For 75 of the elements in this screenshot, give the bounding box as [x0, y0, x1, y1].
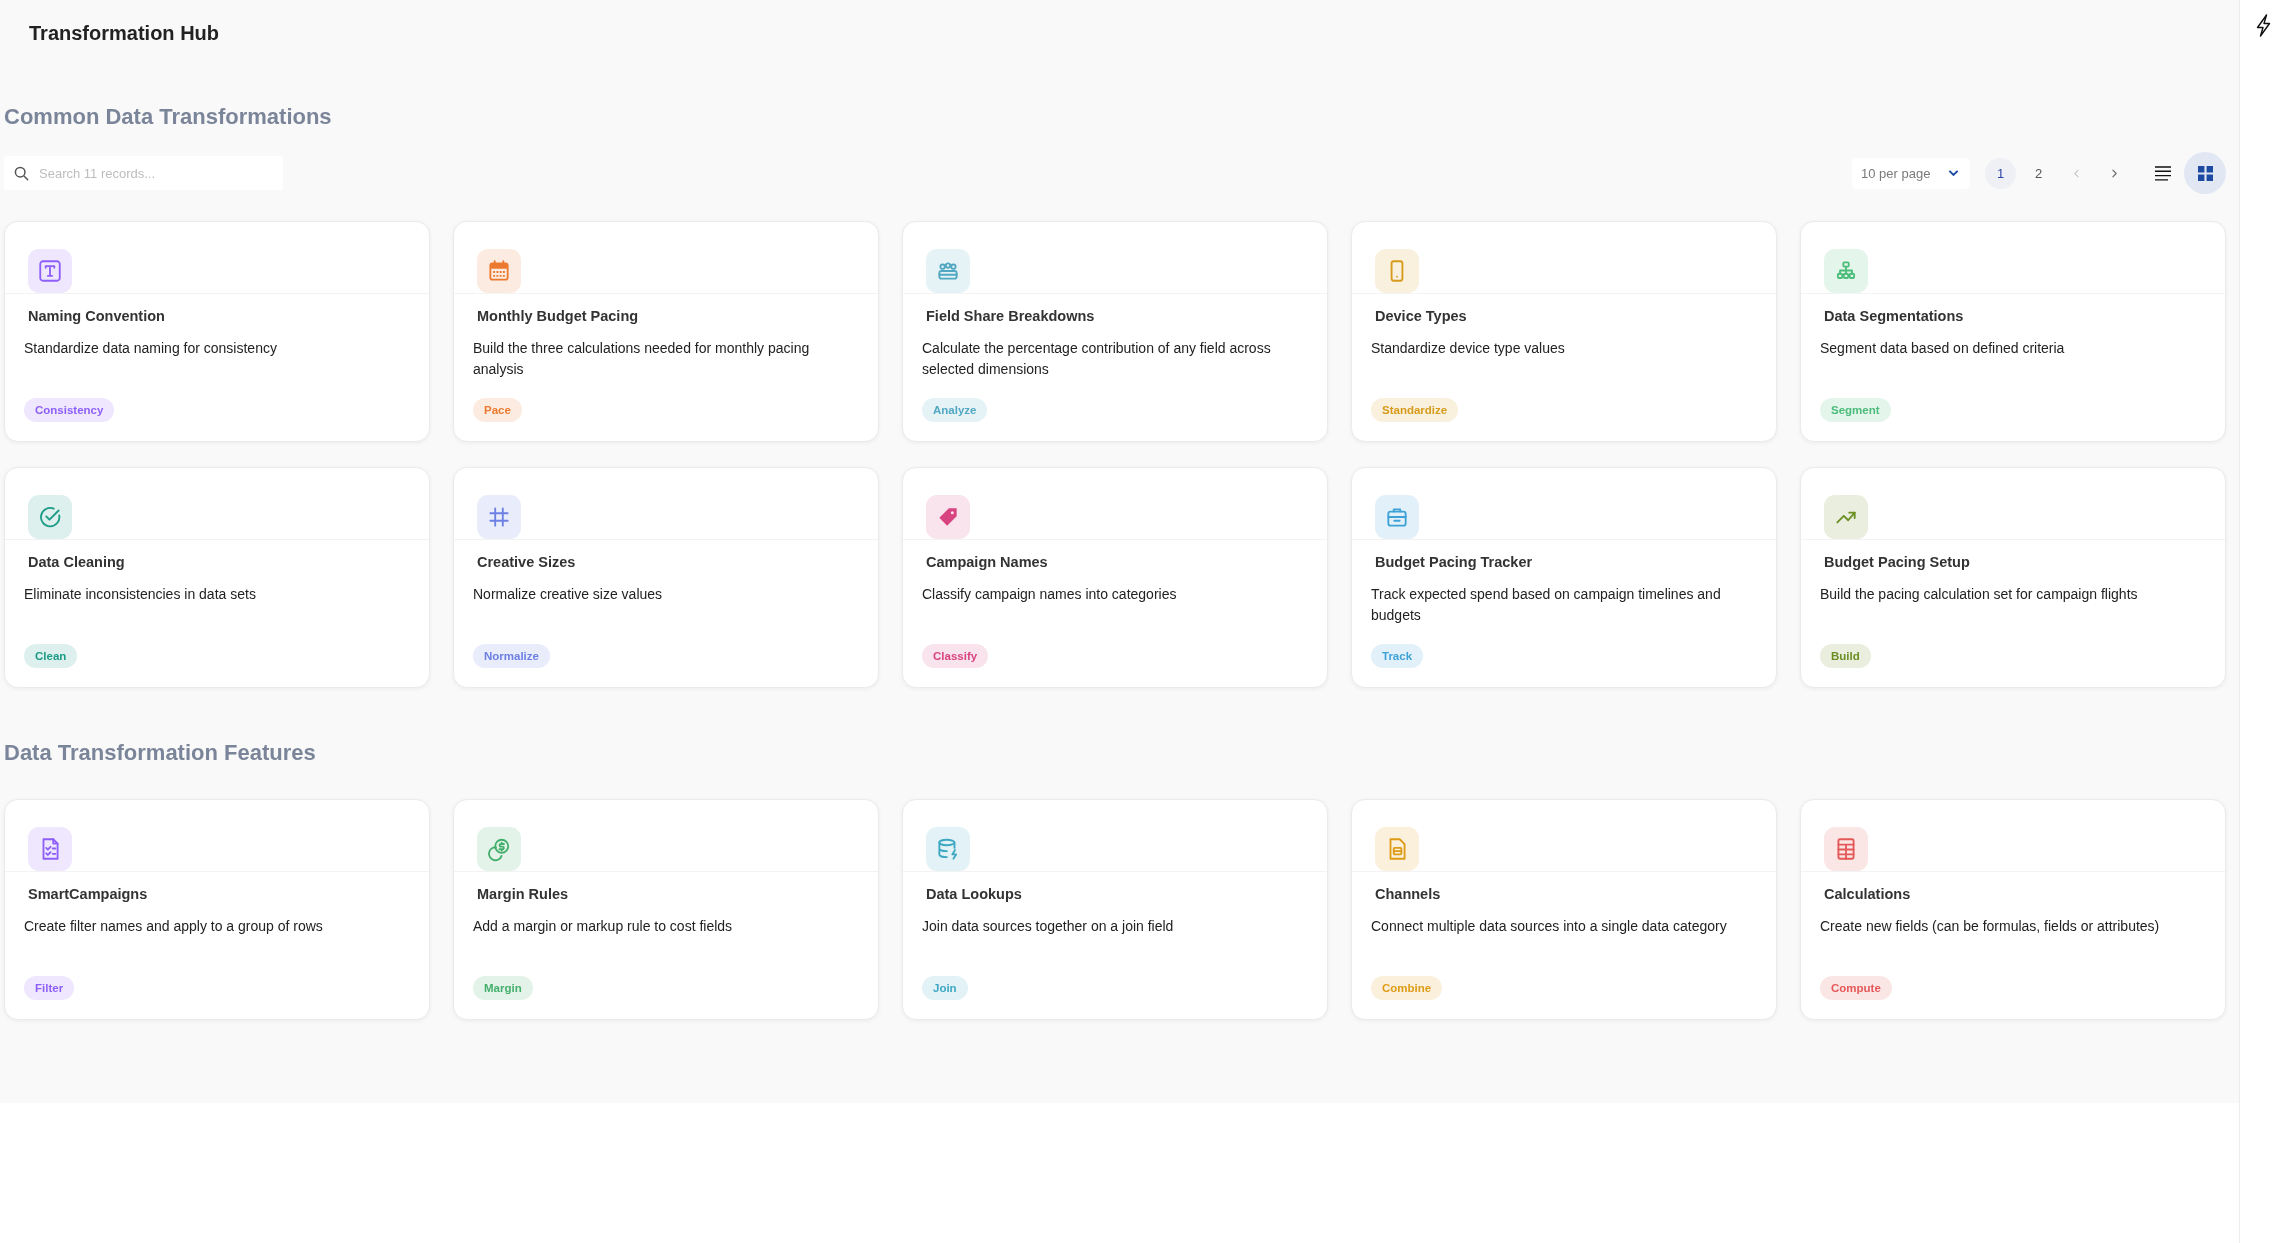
- card-title: Budget Pacing Setup: [1823, 553, 1970, 571]
- card-title: Field Share Breakdowns: [925, 307, 1095, 325]
- card-title: Channels: [1374, 885, 1441, 903]
- category-tag: Track: [1371, 644, 1424, 668]
- category-tag: Clean: [24, 644, 78, 668]
- chevron-down-icon: [1948, 169, 1959, 177]
- category-tag: Standardize: [1371, 398, 1459, 422]
- per-page-dropdown[interactable]: 10 per page: [1852, 157, 1970, 189]
- category-tag: Join: [922, 976, 968, 1000]
- card-description: Create filter names and apply to a group of rows: [24, 917, 323, 936]
- page-button[interactable]: 2: [2023, 157, 2054, 189]
- transformation-card[interactable]: Creative Sizes Normalize creative size values Normalize: [453, 467, 879, 688]
- category-tag: Margin: [473, 976, 533, 1000]
- section-title: Common Data Transformations: [4, 103, 333, 131]
- category-tag: Segment: [1820, 398, 1891, 422]
- card-title: Data Lookups: [925, 885, 1022, 903]
- category-tag: Combine: [1371, 976, 1443, 1000]
- list-view-icon: [2155, 165, 2171, 181]
- card-title: Naming Convention: [27, 307, 165, 325]
- card-description: Classify campaign names into categories: [922, 585, 1177, 604]
- card-description: Add a margin or markup rule to cost fields: [473, 917, 733, 936]
- chevron-right-icon: [2112, 168, 2117, 178]
- card-title: Creative Sizes: [476, 553, 576, 571]
- transformation-card[interactable]: Monthly Budget Pacing Build the three calculations needed for monthly pacing analysis Pace: [453, 221, 879, 442]
- transformation-card[interactable]: Channels Connect multiple data sources into a single data category Combine: [1351, 799, 1777, 1020]
- transformation-card[interactable]: Margin Rules Add a margin or markup rule to cost fields Margin: [453, 799, 879, 1020]
- transformation-card[interactable]: Data Cleaning Eliminate inconsistencies in data sets Clean: [4, 467, 430, 688]
- search-field[interactable]: Search 11 records...: [4, 156, 283, 190]
- card-description: Create new fields (can be formulas, fields or attributes): [1820, 917, 2160, 936]
- card-description: Standardize device type values: [1371, 339, 1565, 358]
- card-description: Connect multiple data sources into a single data category: [1371, 917, 1727, 936]
- card-title: SmartCampaigns: [27, 885, 148, 903]
- card-description: Build the three calculations needed for monthly pacing analysis: [473, 339, 811, 379]
- transformation-card[interactable]: Data Segmentations Segment data based on defined criteria Segment: [1800, 221, 2226, 442]
- card-description: Segment data based on defined criteria: [1820, 339, 2065, 358]
- card-description: Calculate the percentage contribution of any field across selected dimensions: [922, 339, 1272, 379]
- category-tag: Build: [1820, 644, 1871, 668]
- card-description: Normalize creative size values: [473, 585, 663, 604]
- grid-view-button[interactable]: [2184, 152, 2226, 194]
- section-title: Data Transformation Features: [4, 739, 317, 767]
- card-title: Device Types: [1374, 307, 1467, 325]
- search-icon: [14, 166, 29, 181]
- card-description: Build the pacing calculation set for campaign flights: [1820, 585, 2138, 604]
- transformation-card[interactable]: SmartCampaigns Create filter names and apply to a group of rows Filter: [4, 799, 430, 1020]
- card-description: Eliminate inconsistencies in data sets: [24, 585, 256, 604]
- category-tag: Consistency: [24, 398, 115, 422]
- category-tag: Compute: [1820, 976, 1892, 1000]
- page-title: Transformation Hub: [29, 21, 220, 46]
- transformation-card[interactable]: Budget Pacing Tracker Track expected spend based on campaign timelines and budgets Track: [1351, 467, 1777, 688]
- card-description: Track expected spend based on campaign timelines and budgets: [1371, 585, 1722, 625]
- card-title: Campaign Names: [925, 553, 1048, 571]
- card-title: Budget Pacing Tracker: [1374, 553, 1533, 571]
- category-tag: Filter: [24, 976, 75, 1000]
- category-tag: Analyze: [922, 398, 988, 422]
- category-tag: Classify: [922, 644, 989, 668]
- lightning-icon[interactable]: [2256, 14, 2271, 37]
- category-tag: Pace: [473, 398, 522, 422]
- category-tag: Normalize: [473, 644, 550, 668]
- transformation-card[interactable]: Device Types Standardize device type values Standardize: [1351, 221, 1777, 442]
- chevron-left-icon: [2074, 168, 2079, 178]
- card-title: Monthly Budget Pacing: [476, 307, 639, 325]
- card-description: Standardize data naming for consistency: [24, 339, 277, 358]
- card-description: Join data sources together on a join field: [922, 917, 1174, 936]
- card-title: Calculations: [1823, 885, 1911, 903]
- card-title: Data Segmentations: [1823, 307, 1964, 325]
- card-title: Data Cleaning: [27, 553, 125, 571]
- transformation-card[interactable]: Budget Pacing Setup Build the pacing calculation set for campaign flights Build: [1800, 467, 2226, 688]
- transformation-card[interactable]: Campaign Names Classify campaign names into categories Classify: [902, 467, 1328, 688]
- page-button[interactable]: 1: [1985, 157, 2016, 189]
- transformation-card[interactable]: Calculations Create new fields (can be formulas, fields or attributes) Compute: [1800, 799, 2226, 1020]
- transformation-card[interactable]: Data Lookups Join data sources together on a join field Join: [902, 799, 1328, 1020]
- card-title: Margin Rules: [476, 885, 569, 903]
- transformation-card[interactable]: Naming Convention Standardize data naming for consistency Consistency: [4, 221, 430, 442]
- grid-view-icon: [2197, 165, 2213, 181]
- transformation-card[interactable]: Field Share Breakdowns Calculate the percentage contribution of any field across selected dimensions Analyze: [902, 221, 1328, 442]
